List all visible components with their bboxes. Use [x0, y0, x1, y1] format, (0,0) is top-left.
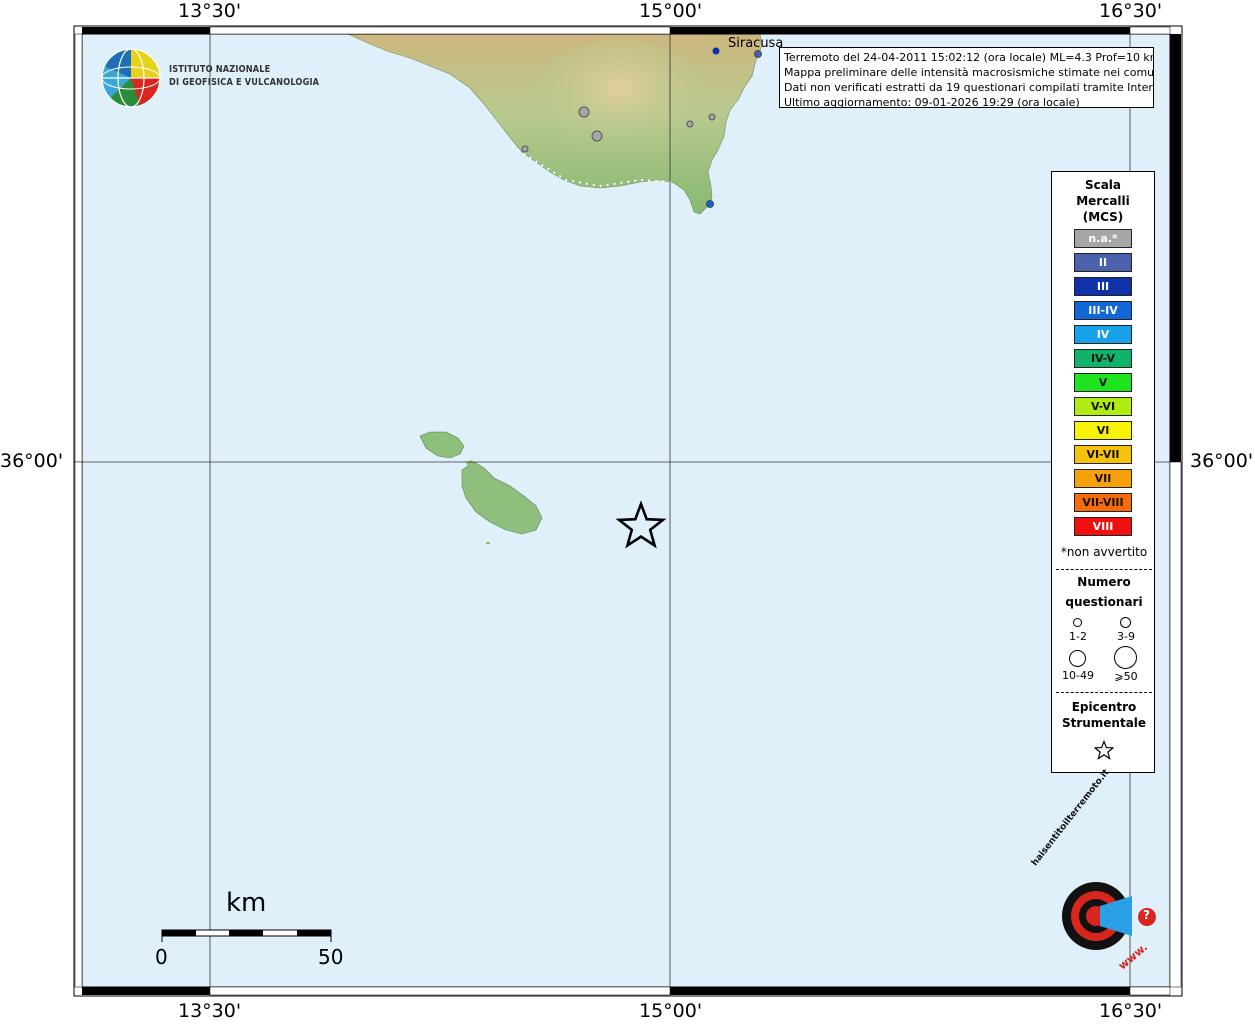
- info-line-updated: Ultimo aggiornamento: 09-01-2026 19:29 (…: [784, 96, 1080, 108]
- obs-point-ii: [754, 50, 762, 58]
- epicenter-title: Epicentro Strumentale: [1061, 700, 1147, 730]
- q-label-1-2: 1-2: [1069, 630, 1087, 643]
- legend-level-swatch: IV-V: [1074, 349, 1132, 368]
- info-line-description: Mappa preliminare delle intensità macros…: [784, 66, 1154, 79]
- obs-point-na: [686, 120, 694, 128]
- legend-title: Scala Mercalli (MCS): [1076, 178, 1130, 224]
- lon-tick-top: 15°00': [639, 0, 703, 22]
- legend-level-swatch: VII-VIII: [1074, 493, 1132, 512]
- obs-point-na: [578, 106, 590, 118]
- info-line-source: Dati non verificati estratti da 19 quest…: [784, 81, 1154, 94]
- lon-tick-bottom: 15°00': [639, 1000, 703, 1022]
- legend-level-swatch: IV: [1074, 325, 1132, 344]
- q-label-3-9: 3-9: [1117, 630, 1135, 643]
- q-circle-small: [1073, 618, 1082, 627]
- legend-level-swatch: II: [1074, 253, 1132, 272]
- scale-unit-label: km: [226, 888, 267, 918]
- ingv-logo-line1: ISTITUTO NAZIONALE: [169, 64, 271, 75]
- legend-level-swatch: III-IV: [1074, 301, 1132, 320]
- earthquake-info-box: Terremoto del 24-04-2011 15:02:12 (ora l…: [779, 47, 1154, 108]
- mcs-legend: Scala Mercalli (MCS) n.a.* II III III-IV IV I…: [1051, 171, 1155, 773]
- q-circle-large: [1069, 650, 1086, 667]
- lon-tick-bottom: 16°30': [1099, 1000, 1163, 1022]
- obs-point-na: [521, 145, 529, 153]
- scale-start-label: 0: [155, 945, 168, 969]
- legend-level-swatch: n.a.*: [1074, 229, 1132, 248]
- lon-tick-bottom: 13°30': [178, 1000, 242, 1022]
- legend-level-swatch: VI: [1074, 421, 1132, 440]
- legend-level-swatch: V: [1074, 373, 1132, 392]
- legend-star-icon: [1094, 740, 1114, 760]
- q-circle-medium: [1120, 617, 1131, 628]
- lat-tick-left: 36°00': [0, 450, 64, 472]
- ingv-logo-line2: DI GEOFISICA E VULCANOLOGIA: [169, 77, 320, 88]
- legend-note: *non avvertito: [1060, 545, 1148, 559]
- questionnaires-title: Numero questionari: [1065, 575, 1143, 609]
- q-circle-xlarge: [1114, 646, 1137, 669]
- ingv-logo-text: ISTITUTO NAZIONALE DI GEOFISICA E VULCAN…: [169, 63, 319, 89]
- legend-divider: [1056, 692, 1152, 693]
- brand-question-mark: ?: [1143, 908, 1150, 922]
- obs-point-iii: [706, 200, 714, 208]
- obs-point-na: [591, 130, 603, 142]
- filfla-islet: [486, 542, 490, 544]
- city-marker: [712, 47, 720, 55]
- lon-tick-top: 13°30': [178, 0, 242, 22]
- info-line-event: Terremoto del 24-04-2011 15:02:12 (ora l…: [784, 51, 1154, 64]
- legend-divider: [1056, 569, 1152, 570]
- lat-tick-right: 36°00': [1190, 450, 1254, 472]
- legend-level-swatch: VI-VII: [1074, 445, 1132, 464]
- hills-relief: [530, 40, 710, 160]
- legend-level-swatch: VIII: [1074, 517, 1132, 536]
- lon-tick-top: 16°30': [1099, 0, 1163, 22]
- legend-level-swatch: III: [1074, 277, 1132, 296]
- q-label-10-49: 10-49: [1062, 669, 1094, 682]
- q-label-50-plus: ⩾50: [1114, 670, 1138, 683]
- legend-level-swatch: VII: [1074, 469, 1132, 488]
- obs-point-na: [708, 113, 716, 121]
- scale-end-label: 50: [318, 945, 344, 969]
- ingv-globe-logo: [101, 48, 161, 108]
- city-label-siracusa: Siracusa: [728, 36, 784, 51]
- legend-level-swatch: V-VI: [1074, 397, 1132, 416]
